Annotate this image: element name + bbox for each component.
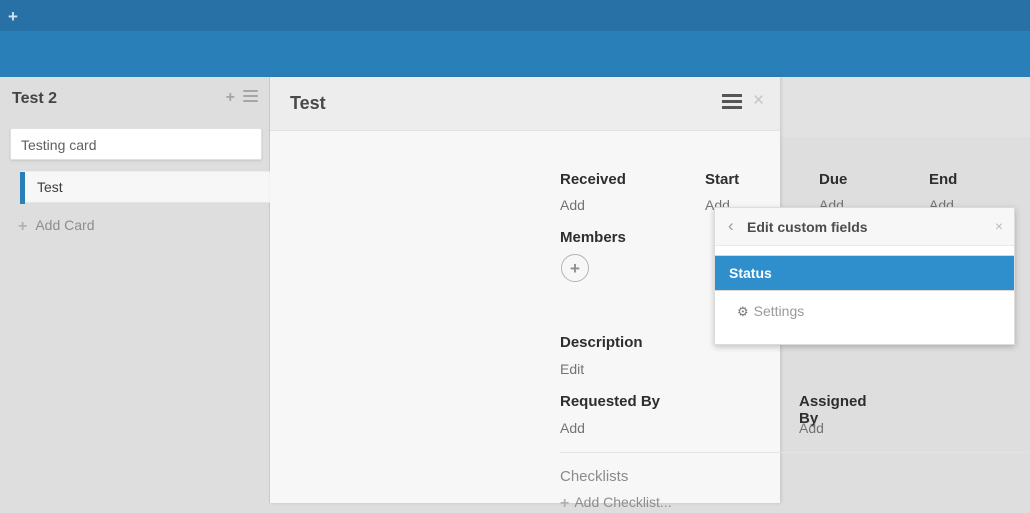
close-icon[interactable]: × — [753, 90, 764, 112]
checklists-label: Checklists — [560, 468, 628, 485]
received-label: Received — [560, 171, 626, 188]
received-add[interactable]: Add — [560, 197, 585, 213]
add-card-label: Add Card — [35, 217, 94, 233]
card-menu-icon[interactable] — [722, 94, 742, 109]
add-list-band: +Add List — [780, 77, 1030, 137]
add-card-button[interactable]: + Add Card — [18, 217, 95, 236]
description-edit-button[interactable]: Edit — [560, 361, 584, 377]
end-label: End — [929, 171, 957, 188]
popup-title: Edit custom fields — [747, 219, 868, 235]
requested-by-label: Requested By — [560, 393, 660, 410]
popup-spacer — [715, 246, 1014, 255]
custom-field-status-label: Status — [715, 256, 1014, 281]
card-compose-input[interactable]: Testing card — [10, 128, 262, 160]
plus-icon: + — [560, 495, 569, 513]
close-icon[interactable]: × — [995, 218, 1003, 234]
card-detail-panel: Test × Received Add Start Add Due Add En… — [270, 77, 780, 503]
top-navigation-bar: + — [0, 0, 1030, 31]
members-label: Members — [560, 229, 626, 246]
card-selected-indicator — [20, 172, 25, 204]
due-label: Due — [819, 171, 847, 188]
card-title: Test — [37, 179, 63, 195]
add-member-button[interactable]: + — [561, 254, 589, 282]
list-item[interactable]: Test — [20, 171, 270, 203]
add-board-icon[interactable]: + — [4, 8, 22, 26]
popup-header: ‹ Edit custom fields × — [715, 208, 1014, 246]
popup-settings-item[interactable]: ⚙ Settings — [715, 291, 1014, 344]
board-header-bar — [0, 31, 1030, 77]
chevron-left-icon[interactable]: ‹ — [728, 216, 734, 236]
add-card-icon[interactable]: + — [226, 90, 235, 105]
section-divider — [560, 452, 1030, 453]
requested-by-add[interactable]: Add — [560, 420, 585, 436]
add-checklist-label: Add Checklist... — [574, 494, 671, 510]
card-detail-title: Test — [290, 93, 326, 114]
assigned-by-add[interactable]: Add — [799, 420, 824, 436]
popup-settings-label: Settings — [754, 303, 805, 319]
list-column-test-2: Test 2 + Testing card Test + Add Card — [0, 77, 270, 503]
gear-icon: ⚙ — [737, 304, 749, 320]
list-header: Test 2 + — [0, 77, 270, 121]
card-compose-value: Testing card — [21, 137, 96, 153]
edit-custom-fields-popup: ‹ Edit custom fields × Status ⚙ Settings — [714, 207, 1015, 345]
plus-icon: + — [18, 218, 27, 236]
hamburger-icon — [243, 90, 258, 102]
card-detail-header: Test × — [270, 77, 780, 131]
start-label: Start — [705, 171, 739, 188]
list-menu-icon[interactable] — [243, 90, 258, 105]
add-checklist-button[interactable]: + Add Checklist... — [560, 494, 672, 513]
board-canvas: +Add List Test 2 + Testing card Test + Ad… — [0, 77, 1030, 503]
list-title: Test 2 — [12, 90, 57, 108]
custom-field-status-item[interactable]: Status — [715, 255, 1014, 291]
description-label: Description — [560, 334, 643, 351]
